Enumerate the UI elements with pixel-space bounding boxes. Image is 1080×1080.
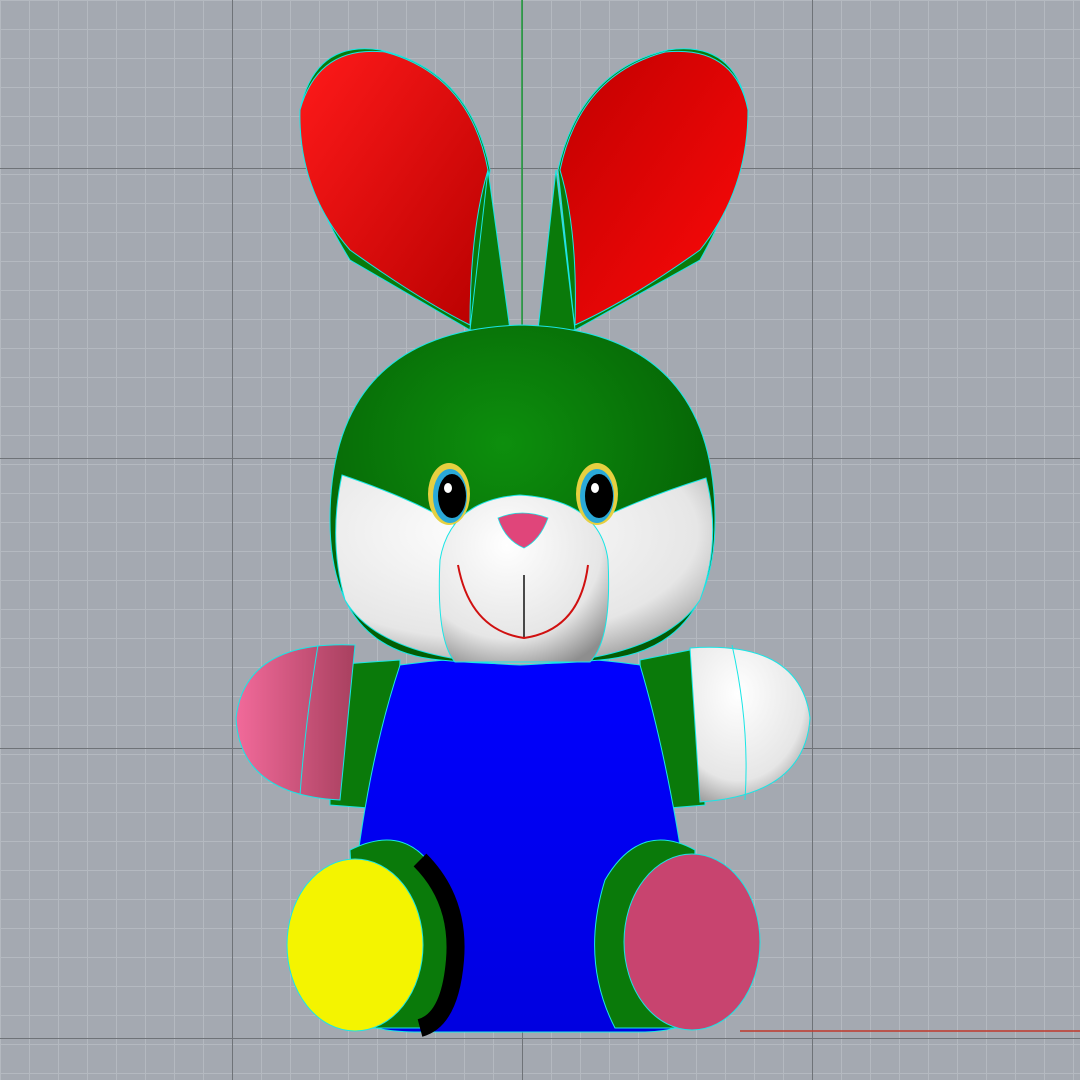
right-leg[interactable] [594, 839, 761, 1031]
left-eye-icon [428, 463, 470, 525]
left-leg[interactable] [286, 839, 465, 1037]
bunny-model[interactable] [0, 0, 1080, 1080]
right-eye-icon [576, 463, 618, 525]
rhino-front-viewport[interactable] [0, 0, 1080, 1080]
left-ear[interactable] [299, 48, 511, 331]
left-foot-sole[interactable] [286, 858, 424, 1032]
right-foot-sole[interactable] [623, 853, 761, 1031]
head[interactable] [329, 324, 716, 666]
right-ear[interactable] [537, 48, 749, 331]
